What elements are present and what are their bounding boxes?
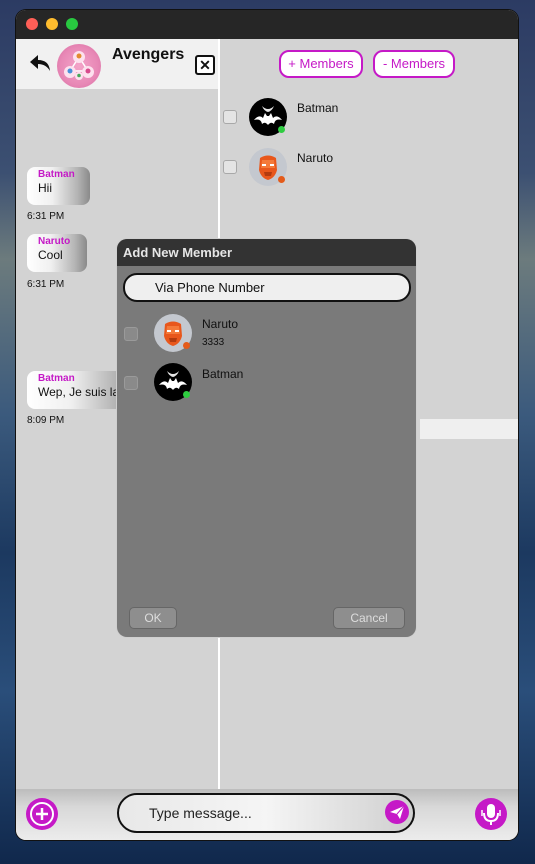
microphone-icon [481, 804, 501, 825]
message-sender: Naruto [38, 236, 71, 247]
message-sender: Batman [38, 373, 75, 384]
microphone-button[interactable] [475, 798, 507, 830]
member-checkbox[interactable] [223, 160, 237, 174]
message-time: 8:09 PM [27, 415, 65, 426]
message-sender: Batman [38, 169, 75, 180]
add-member-dialog: Add New Member Via Phone Number Naruto 3… [117, 239, 416, 637]
message-time: 6:31 PM [27, 211, 65, 222]
send-button[interactable] [385, 800, 409, 824]
contact-name: Naruto [202, 317, 239, 331]
member-name: Batman [297, 101, 339, 115]
message-bubble: Naruto Cool [27, 234, 87, 272]
message-time: 6:31 PM [27, 279, 65, 290]
message-text: Hii [38, 181, 52, 195]
contact-name: Batman [202, 367, 244, 381]
away-status-dot [183, 342, 190, 349]
plus-icon [30, 802, 54, 826]
title-bar [16, 10, 518, 39]
back-arrow-icon[interactable] [26, 49, 54, 77]
away-status-dot [278, 176, 285, 183]
online-status-dot [278, 126, 285, 133]
close-window-button[interactable] [26, 18, 38, 30]
contact-phone: 3333 [202, 337, 225, 348]
chat-header: Avengers ✕ [16, 39, 218, 89]
message-bubble: Batman Hii [27, 167, 90, 205]
group-avatar [57, 44, 101, 88]
message-placeholder: Type message... [149, 805, 252, 821]
contact-checkbox[interactable] [124, 327, 138, 341]
member-checkbox[interactable] [223, 110, 237, 124]
message-input[interactable]: Type message... [117, 793, 415, 833]
member-row[interactable]: Naruto [220, 137, 518, 186]
message-text: Wep, Je suis la [38, 385, 120, 399]
send-icon [390, 805, 405, 819]
close-chat-icon[interactable]: ✕ [195, 55, 215, 75]
contact-checkbox[interactable] [124, 376, 138, 390]
composer-bar: Type message... [16, 789, 518, 840]
zoom-window-button[interactable] [66, 18, 78, 30]
dialog-title-bar: Add New Member [117, 239, 416, 266]
dialog-title: Add New Member [123, 245, 233, 260]
phone-placeholder: Via Phone Number [155, 280, 265, 295]
cancel-button[interactable]: Cancel [333, 607, 405, 629]
online-status-dot [183, 391, 190, 398]
attach-plus-button[interactable] [26, 798, 58, 830]
member-name: Naruto [297, 151, 334, 165]
selection-strip [420, 419, 518, 439]
minimize-window-button[interactable] [46, 18, 58, 30]
add-members-button[interactable]: + Members [279, 50, 363, 78]
message-text: Cool [38, 248, 63, 262]
phone-number-input[interactable]: Via Phone Number [123, 273, 411, 302]
group-network-icon [64, 51, 94, 80]
member-row[interactable]: Batman [220, 87, 518, 136]
ok-button[interactable]: OK [129, 607, 177, 629]
group-title: Avengers [112, 46, 185, 63]
remove-members-button[interactable]: - Members [373, 50, 455, 78]
